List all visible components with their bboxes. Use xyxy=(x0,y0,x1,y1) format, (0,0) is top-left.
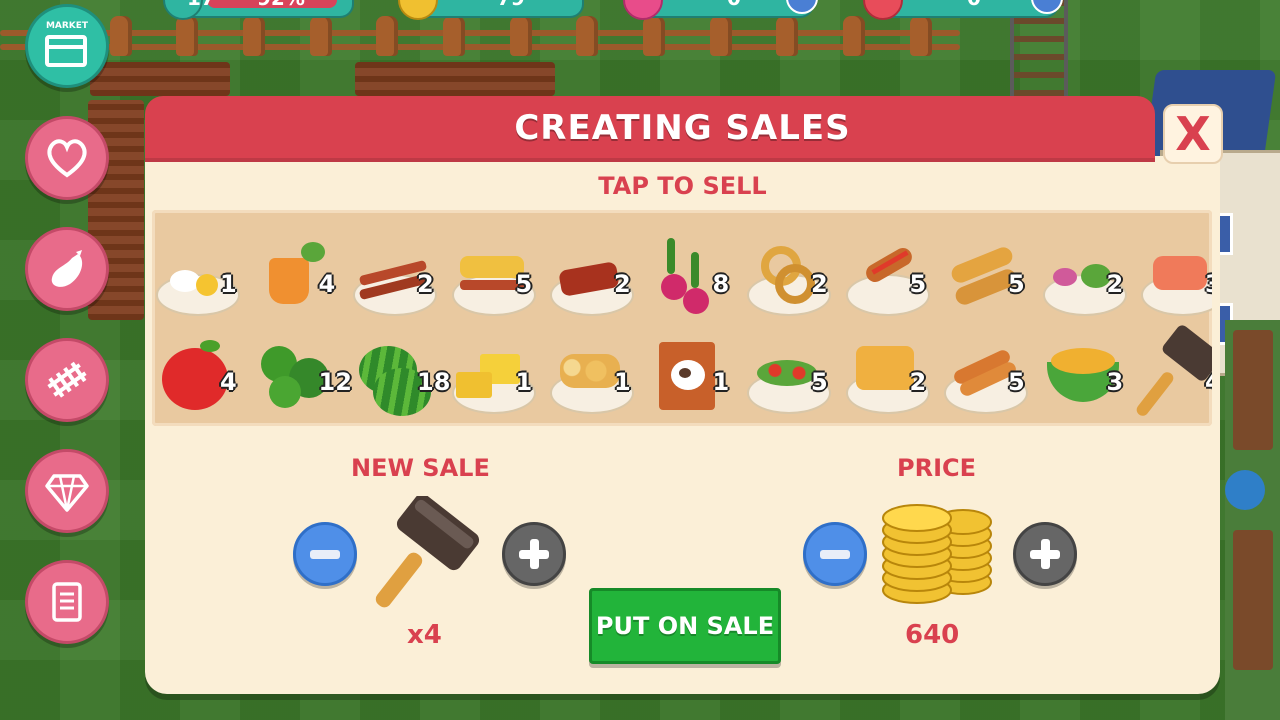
market-button[interactable]: MARKET xyxy=(25,4,109,88)
salmon-icon xyxy=(1141,234,1212,316)
increase-price-button[interactable] xyxy=(1013,522,1077,586)
item-count: 5 xyxy=(811,368,828,396)
inventory-item[interactable]: 2 xyxy=(546,220,644,320)
item-count: 12 xyxy=(318,368,352,396)
item-count: 2 xyxy=(417,270,434,298)
gems-value: 0 xyxy=(727,0,741,10)
item-count: 2 xyxy=(909,368,927,396)
item-count: 5 xyxy=(909,270,927,298)
mallet-icon xyxy=(1134,322,1212,419)
crops-button[interactable] xyxy=(25,227,109,311)
side-decoration xyxy=(1225,320,1280,720)
inventory-item[interactable]: 5 xyxy=(940,318,1038,418)
inventory-item[interactable]: 2 xyxy=(743,220,841,320)
minus-icon xyxy=(310,549,340,559)
inventory-item[interactable]: 5 xyxy=(448,220,546,320)
coins-value: 79 xyxy=(497,0,525,10)
inventory-item[interactable]: 5 xyxy=(743,318,841,418)
item-count: 1 xyxy=(712,368,730,396)
tickets-value: 0 xyxy=(967,0,981,10)
inventory-item[interactable]: 2 xyxy=(842,318,940,418)
diamond-icon xyxy=(45,474,89,512)
market-stall-icon xyxy=(45,35,87,67)
inventory-item[interactable]: 1 xyxy=(152,220,250,320)
inventory-item[interactable]: 12 xyxy=(251,318,352,418)
inventory-row: 4 12 18 1 1 1 5 2 5 3 4 xyxy=(152,318,1212,419)
item-count: 1 xyxy=(515,368,533,396)
item-count: 1 xyxy=(614,368,631,396)
item-count: 2 xyxy=(1106,270,1124,298)
soil-plot xyxy=(355,62,555,96)
inventory-item[interactable]: 5 xyxy=(940,220,1038,320)
minus-icon xyxy=(820,549,850,559)
price-label: PRICE xyxy=(897,454,977,482)
inventory-item[interactable]: 1 xyxy=(448,318,546,418)
market-label: MARKET xyxy=(45,21,89,31)
inventory-item[interactable]: 1 xyxy=(546,318,644,418)
item-count: 5 xyxy=(515,270,533,298)
item-count: 1 xyxy=(220,270,237,298)
inventory-item[interactable]: 2 xyxy=(1039,220,1137,320)
item-count: 5 xyxy=(1008,270,1025,298)
creating-sales-dialog: CREATING SALES X TAP TO SELL 1 4 2 5 2 8 2 5 5 2 3… xyxy=(145,96,1223,694)
item-count: 4 xyxy=(318,270,336,298)
inventory-item[interactable]: 1 xyxy=(645,318,743,418)
inventory-item[interactable]: 5 xyxy=(842,220,940,320)
item-count: 4 xyxy=(1205,368,1212,396)
inventory-item[interactable]: 3 xyxy=(1137,220,1212,320)
hud-gems[interactable]: 0 xyxy=(623,0,818,20)
orders-button[interactable] xyxy=(25,560,109,644)
increase-quantity-button[interactable] xyxy=(502,522,566,586)
inventory-item[interactable]: 4 xyxy=(152,318,250,418)
item-count: 5 xyxy=(1008,368,1025,396)
level-percent: 92% xyxy=(257,0,305,10)
item-count: 2 xyxy=(614,270,631,298)
level-value: 17 xyxy=(187,0,215,10)
item-count: 2 xyxy=(811,270,828,298)
sale-quantity: x4 xyxy=(407,620,442,650)
inventory-shelf: 1 4 2 5 2 8 2 5 5 2 3 4 12 18 1 1 1 5 2 5 3 4 xyxy=(152,210,1212,426)
eggplant-icon xyxy=(51,250,83,287)
favorites-button[interactable] xyxy=(25,116,109,200)
inventory-row: 1 4 2 5 2 8 2 5 5 2 3 xyxy=(152,220,1212,320)
item-count: 18 xyxy=(417,368,451,396)
item-count: 4 xyxy=(220,368,237,396)
inventory-item[interactable]: 18 xyxy=(349,318,451,418)
inventory-item[interactable]: 8 xyxy=(645,220,743,320)
inventory-item[interactable]: 2 xyxy=(349,220,447,320)
item-count: 3 xyxy=(1205,270,1212,298)
heart-icon xyxy=(47,139,87,178)
mallet-icon xyxy=(375,496,480,608)
sale-price: 640 xyxy=(905,620,960,650)
close-icon: X xyxy=(1175,107,1211,161)
item-count: 8 xyxy=(712,270,730,298)
decrease-quantity-button[interactable] xyxy=(293,522,357,586)
list-icon xyxy=(52,582,82,622)
hud-tickets[interactable]: 0 xyxy=(863,0,1063,20)
decrease-price-button[interactable] xyxy=(803,522,867,586)
close-button[interactable]: X xyxy=(1163,104,1223,164)
inventory-item[interactable]: 4 xyxy=(251,220,349,320)
inventory-item[interactable]: 4 xyxy=(1134,318,1212,419)
rail-track-icon xyxy=(47,361,87,398)
soil-plot xyxy=(90,62,230,96)
tap-to-sell-label: TAP TO SELL xyxy=(598,172,767,200)
gold-coins-icon xyxy=(882,504,992,604)
inventory-item[interactable]: 3 xyxy=(1039,318,1137,418)
dialog-title: CREATING SALES xyxy=(514,108,851,148)
item-count: 3 xyxy=(1106,368,1124,396)
new-sale-label: NEW SALE xyxy=(351,454,490,482)
hud-level[interactable]: 17 92% xyxy=(163,0,354,20)
fence xyxy=(0,16,960,58)
gems-shop-button[interactable] xyxy=(25,449,109,533)
railway-button[interactable] xyxy=(25,338,109,422)
hud-coins[interactable]: 79 xyxy=(398,0,584,20)
put-on-sale-button[interactable]: PUT ON SALE xyxy=(589,588,781,664)
